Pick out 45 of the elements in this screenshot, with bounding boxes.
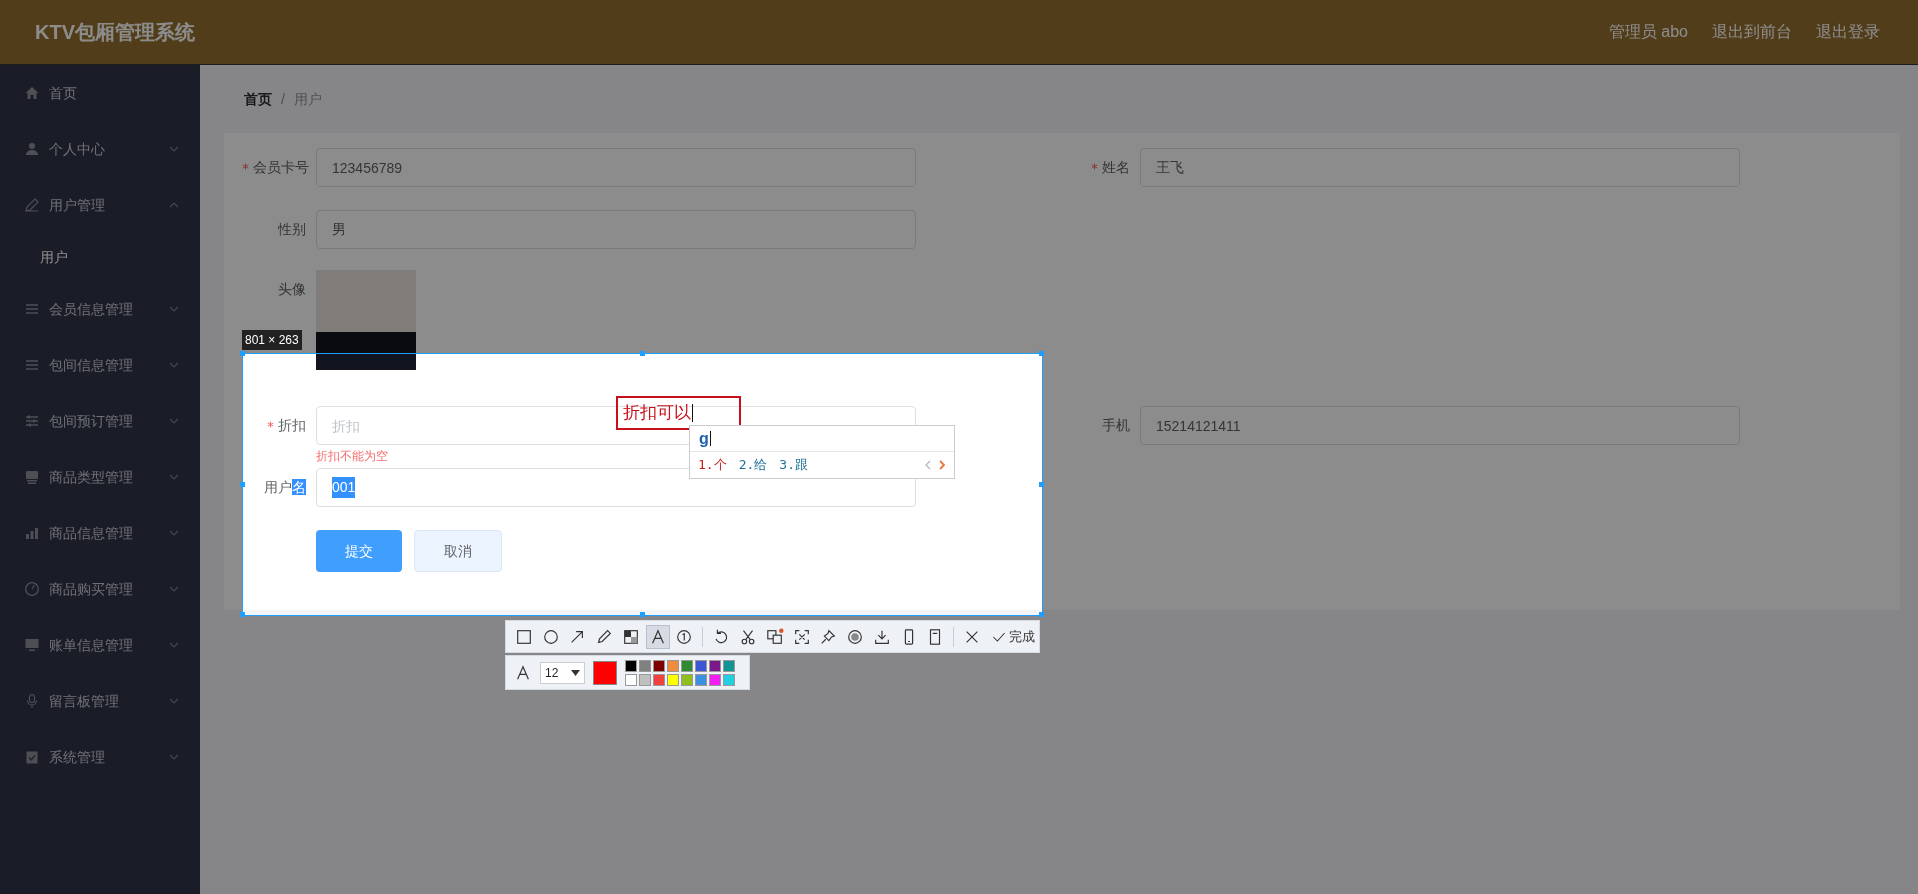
color-swatch[interactable]	[639, 659, 651, 672]
current-color-swatch[interactable]	[593, 660, 617, 685]
resize-handle[interactable]	[1039, 612, 1044, 617]
resize-handle[interactable]	[639, 612, 645, 617]
resize-handle[interactable]	[639, 351, 645, 356]
submit-button[interactable]: 提交	[316, 530, 402, 572]
resize-handle[interactable]	[240, 481, 245, 487]
error-message: 折扣不能为空	[316, 449, 388, 463]
header-link[interactable]: 退出到前台	[1712, 20, 1792, 44]
resize-handle[interactable]	[1039, 481, 1044, 487]
text-cursor	[709, 431, 711, 446]
resize-handle[interactable]	[240, 351, 245, 356]
text-cursor	[692, 404, 693, 422]
font-size-select[interactable]: 12	[540, 661, 585, 684]
field-label: 性别	[276, 220, 306, 239]
color-swatch[interactable]	[625, 673, 637, 686]
color-swatch[interactable]	[667, 673, 679, 686]
caret-icon	[571, 669, 580, 676]
field-label: 头像	[277, 280, 306, 299]
breadcrumb-item[interactable]: 首页	[244, 88, 272, 110]
color-swatch[interactable]	[709, 659, 721, 672]
color-swatch[interactable]	[653, 673, 665, 686]
resize-handle[interactable]	[1039, 351, 1044, 356]
chevron-right-icon[interactable]	[938, 460, 946, 470]
font-icon	[514, 663, 532, 682]
selection-frame[interactable]	[242, 353, 1043, 616]
color-swatch[interactable]	[667, 659, 679, 672]
color-swatch[interactable]	[723, 673, 735, 686]
color-swatch[interactable]	[681, 673, 693, 686]
required-icon	[267, 421, 274, 428]
color-swatch[interactable]	[653, 659, 665, 672]
field-label: 手机	[1101, 416, 1130, 435]
resize-handle[interactable]	[240, 612, 245, 617]
size-label: 801 × 263	[242, 330, 302, 350]
color-swatch[interactable]	[695, 659, 707, 672]
color-swatch[interactable]	[695, 673, 707, 686]
color-swatch[interactable]	[723, 659, 735, 672]
breadcrumb-separator: /	[281, 89, 285, 109]
done-button[interactable]: 完成	[987, 626, 1039, 647]
color-swatch[interactable]	[709, 673, 721, 686]
color-swatch[interactable]	[639, 673, 651, 686]
cancel-button[interactable]: 取消	[414, 530, 502, 572]
app-title: KTV包厢管理系统	[35, 20, 195, 45]
color-swatch[interactable]	[681, 659, 693, 672]
color-swatch[interactable]	[625, 659, 637, 672]
